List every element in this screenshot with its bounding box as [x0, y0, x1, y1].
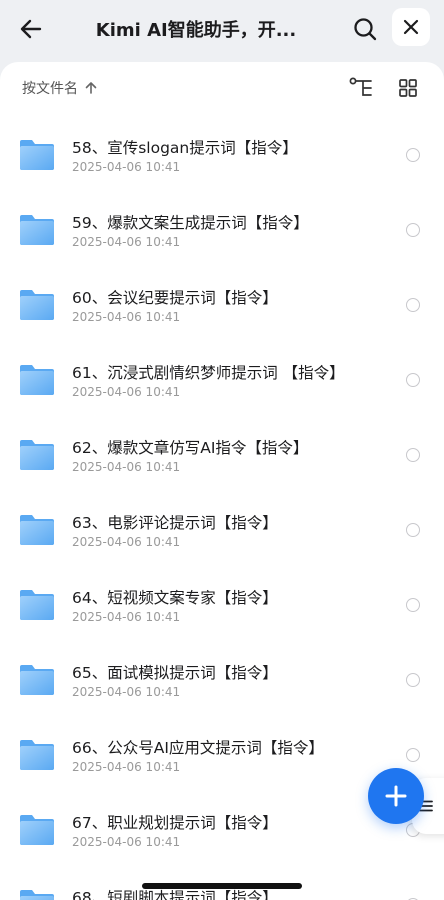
file-date: 2025-04-06 10:41 [72, 610, 181, 624]
arrow-left-icon [20, 19, 42, 39]
file-row[interactable]: 61、沉浸式剧情织梦师提示词 【指令】 2025-04-06 10:41 [0, 339, 444, 414]
close-icon [403, 19, 419, 35]
folder-icon [20, 815, 54, 845]
arrow-up-icon [85, 82, 97, 94]
close-button[interactable] [392, 8, 430, 46]
file-date: 2025-04-06 10:41 [72, 760, 181, 774]
file-date: 2025-04-06 10:41 [72, 235, 181, 249]
folder-icon [20, 365, 54, 395]
file-name: 64、短视频文案专家【指令】 [72, 589, 278, 607]
folder-icon [20, 215, 54, 245]
tree-view-button[interactable] [348, 76, 374, 100]
folder-icon [20, 890, 54, 900]
file-row[interactable]: 68、短剧脚本提示词【指令】2025-04-06 10:41 [0, 864, 444, 900]
file-row[interactable]: 63、电影评论提示词【指令】 2025-04-06 10:41 [0, 489, 444, 564]
folder-icon [20, 740, 54, 770]
file-date: 2025-04-06 10:41 [72, 460, 181, 474]
select-radio[interactable] [406, 373, 420, 387]
select-radio[interactable] [406, 598, 420, 612]
search-button[interactable] [348, 12, 382, 46]
folder-icon [20, 290, 54, 320]
back-button[interactable] [14, 12, 48, 46]
select-radio[interactable] [406, 748, 420, 762]
file-date: 2025-04-06 10:41 [72, 310, 181, 324]
sort-by-name-button[interactable]: 按文件名 [22, 76, 98, 100]
file-date: 2025-04-06 10:41 [72, 685, 181, 699]
select-radio[interactable] [406, 673, 420, 687]
plus-icon [385, 785, 407, 807]
grid-view-button[interactable] [396, 76, 420, 100]
folder-icon [20, 515, 54, 545]
file-date: 2025-04-06 10:41 [72, 160, 181, 174]
tree-view-icon [349, 77, 372, 96]
file-name: 62、爆款文章仿写AI指令【指令】 [72, 439, 309, 457]
home-indicator [142, 883, 302, 889]
add-button[interactable] [368, 768, 424, 824]
search-icon [354, 18, 377, 41]
file-row[interactable]: 64、短视频文案专家【指令】 2025-04-06 10:41 [0, 564, 444, 639]
sort-bar: 按文件名 [0, 62, 444, 114]
file-row[interactable]: 59、爆款文案生成提示词【指令】 2025-04-06 10:41 [0, 189, 444, 264]
file-row[interactable]: 60、会议纪要提示词【指令】 2025-04-06 10:41 [0, 264, 444, 339]
file-name: 61、沉浸式剧情织梦师提示词 【指令】 [72, 364, 345, 382]
file-date: 2025-04-06 10:41 [72, 835, 181, 849]
file-date: 2025-04-06 10:41 [72, 385, 181, 399]
folder-icon [20, 440, 54, 470]
select-radio[interactable] [406, 298, 420, 312]
file-date: 2025-04-06 10:41 [72, 535, 181, 549]
select-radio[interactable] [406, 523, 420, 537]
file-row[interactable]: 62、爆款文章仿写AI指令【指令】 2025-04-06 10:41 [0, 414, 444, 489]
select-radio[interactable] [406, 148, 420, 162]
select-radio[interactable] [406, 223, 420, 237]
folder-icon [20, 665, 54, 695]
folder-icon [20, 140, 54, 170]
file-name: 59、爆款文案生成提示词【指令】 [72, 214, 309, 232]
file-row[interactable]: 65、面试模拟提示词【指令】 2025-04-06 10:41 [0, 639, 444, 714]
sort-label: 按文件名 [22, 81, 78, 97]
file-name: 65、面试模拟提示词【指令】 [72, 664, 278, 682]
select-radio[interactable] [406, 448, 420, 462]
top-bar: Kimi AI智能助手，开... [0, 0, 444, 58]
file-name: 66、公众号AI应用文提示词【指令】 [72, 739, 324, 757]
file-name: 58、宣传slogan提示词【指令】 [72, 139, 298, 157]
file-name: 67、职业规划提示词【指令】 [72, 814, 278, 832]
file-name: 63、电影评论提示词【指令】 [72, 514, 278, 532]
page-title: Kimi AI智能助手，开... [95, 20, 297, 41]
grid-view-icon [399, 79, 417, 97]
folder-icon [20, 590, 54, 620]
file-row[interactable]: 58、宣传slogan提示词【指令】 2025-04-06 10:41 [0, 114, 444, 189]
file-name: 60、会议纪要提示词【指令】 [72, 289, 278, 307]
